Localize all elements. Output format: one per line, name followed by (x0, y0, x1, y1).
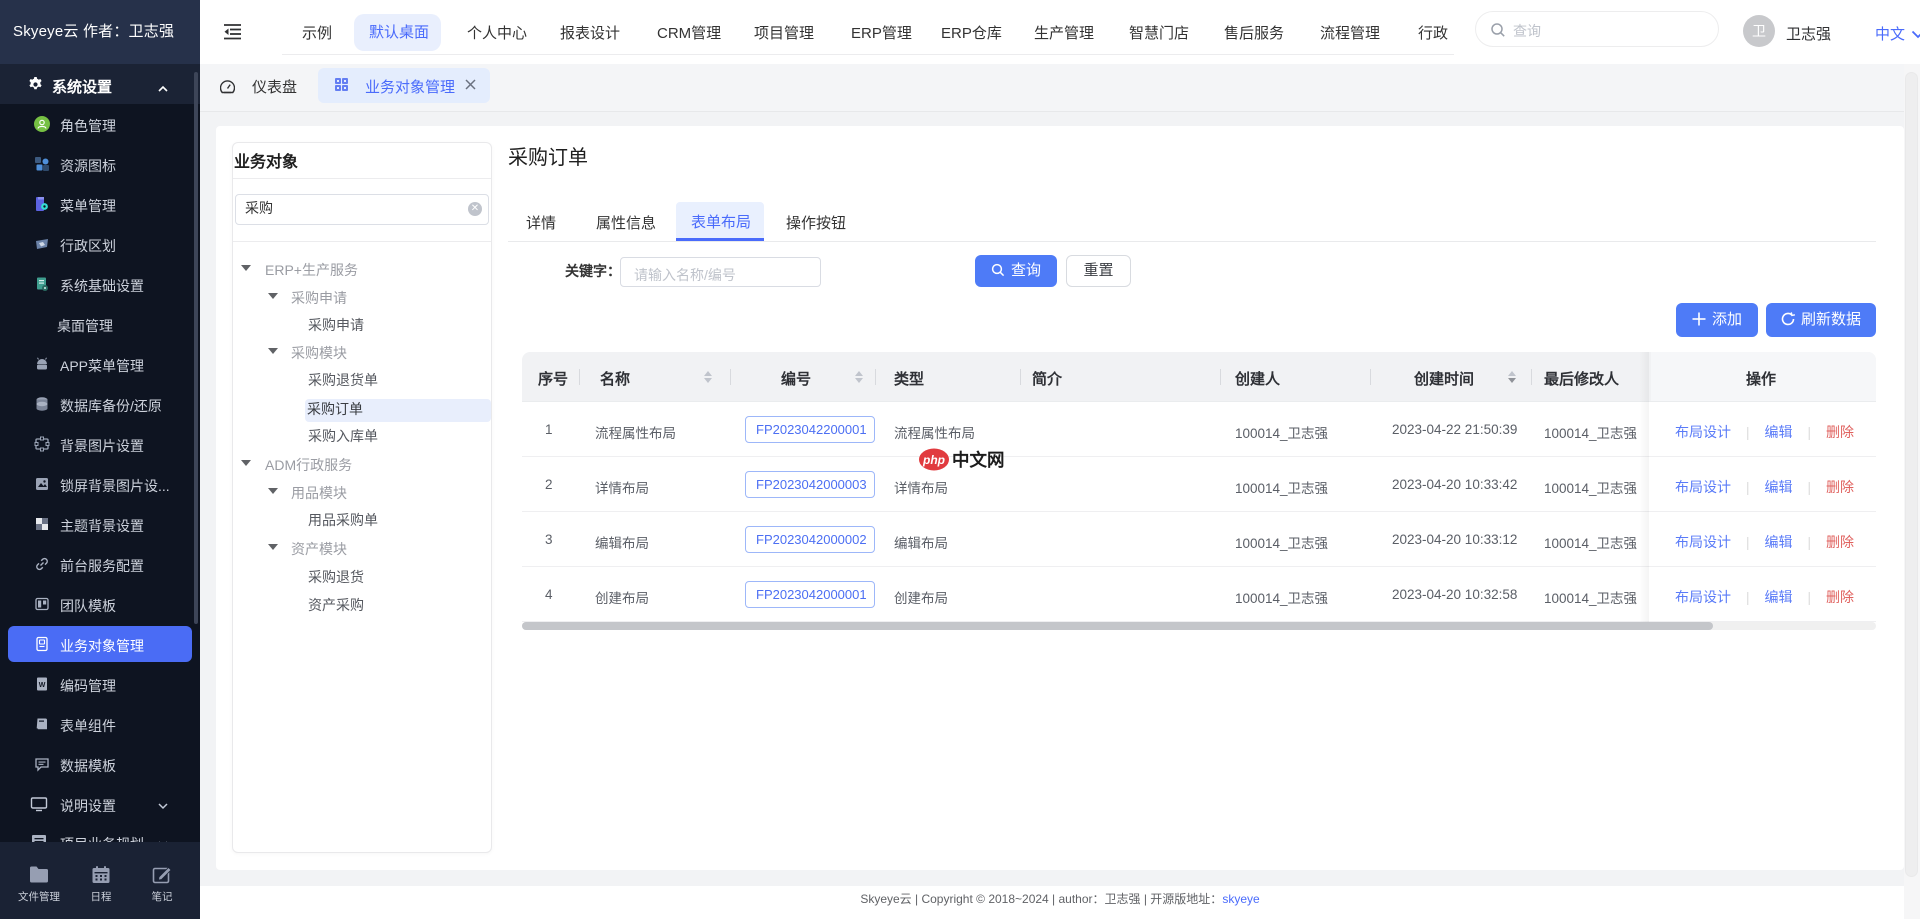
svg-text:php: php (922, 453, 945, 467)
svg-text:W: W (39, 682, 46, 689)
svg-text:中文网: 中文网 (952, 450, 1005, 470)
